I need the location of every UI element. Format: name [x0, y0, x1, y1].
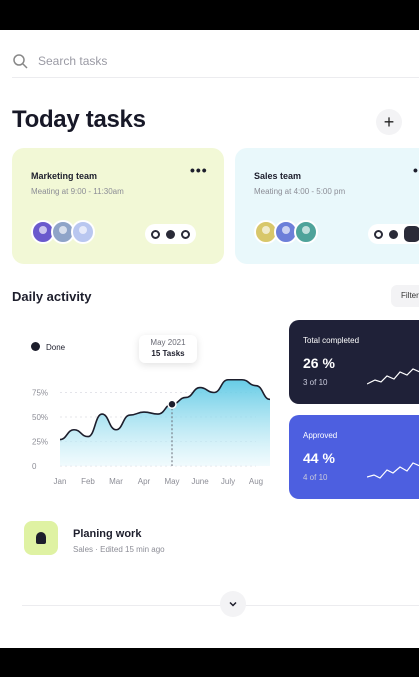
expand-button[interactable]	[220, 591, 246, 617]
team-card-marketing[interactable]: Marketing team Meating at 9:00 - 11:30am…	[12, 148, 224, 264]
stat-value: 44 %	[303, 450, 335, 466]
team-meeting-time: Meating at 9:00 - 11:30am	[31, 187, 124, 196]
section-title-daily-activity: Daily activity	[12, 289, 92, 304]
team-meeting-time: Meating at 4:00 - 5:00 pm	[254, 187, 346, 196]
add-task-button[interactable]: +	[376, 109, 402, 135]
share-icon[interactable]	[404, 226, 419, 242]
stat-sub: 3 of 10	[303, 378, 328, 387]
avatar-group	[31, 220, 95, 244]
tooltip-month: May 2021	[150, 338, 186, 347]
sparkline	[367, 462, 419, 479]
tooltip-value: 15 Tasks	[151, 349, 185, 358]
call-icon[interactable]	[151, 229, 160, 239]
x-tick-label: May	[164, 477, 179, 486]
x-tick-label: Apr	[138, 477, 151, 486]
task-title[interactable]: Planing work	[73, 528, 141, 540]
x-tick-label: June	[191, 477, 209, 486]
x-tick-label: Jan	[54, 477, 67, 486]
more-options-button[interactable]: •••	[190, 162, 208, 178]
top-status-bar	[0, 0, 419, 30]
task-icon	[24, 521, 58, 555]
x-tick-label: Feb	[81, 477, 95, 486]
avatar	[71, 220, 95, 244]
sparkline	[367, 368, 419, 385]
camera-icon[interactable]	[166, 229, 175, 239]
avatar	[294, 220, 318, 244]
card-actions	[145, 224, 196, 244]
search-input[interactable]	[38, 53, 338, 68]
stat-card-total-completed[interactable]: Total completed 26 % 3 of 10	[289, 320, 419, 404]
y-tick-label: 25%	[32, 438, 48, 447]
y-tick-label: 75%	[32, 389, 48, 398]
chevron-down-icon	[229, 601, 237, 607]
bottom-bar	[0, 648, 419, 677]
filter-button[interactable]: Filter	[391, 285, 419, 307]
page-title: Today tasks	[12, 106, 146, 133]
y-tick-label: 50%	[32, 413, 48, 422]
task-subtitle: Sales · Edited 15 min ago	[73, 545, 165, 554]
team-name: Marketing team	[31, 171, 98, 181]
stat-label: Total completed	[303, 336, 360, 345]
search-bar[interactable]	[12, 50, 419, 78]
share-icon[interactable]	[181, 229, 190, 239]
camera-icon[interactable]	[389, 229, 398, 239]
search-icon	[13, 53, 28, 69]
stat-card-approved[interactable]: Approved 44 % 4 of 10	[289, 415, 419, 499]
stat-label: Approved	[303, 431, 338, 440]
stat-value: 26 %	[303, 355, 335, 371]
more-options-button[interactable]: •••	[413, 162, 419, 178]
avatar-group	[254, 220, 318, 244]
y-tick-label: 0	[32, 462, 37, 471]
x-tick-label: Mar	[109, 477, 123, 486]
x-tick-label: July	[221, 477, 235, 486]
highlight-point	[167, 399, 177, 410]
stat-sub: 4 of 10	[303, 473, 328, 482]
card-actions	[368, 224, 419, 244]
chart-tooltip: May 2021 15 Tasks	[139, 335, 197, 363]
team-card-sales[interactable]: Sales team Meating at 4:00 - 5:00 pm •••	[235, 148, 419, 264]
team-name: Sales team	[254, 171, 302, 181]
x-tick-label: Aug	[249, 477, 263, 486]
bookmark-icon	[36, 532, 46, 544]
call-icon[interactable]	[374, 229, 383, 239]
